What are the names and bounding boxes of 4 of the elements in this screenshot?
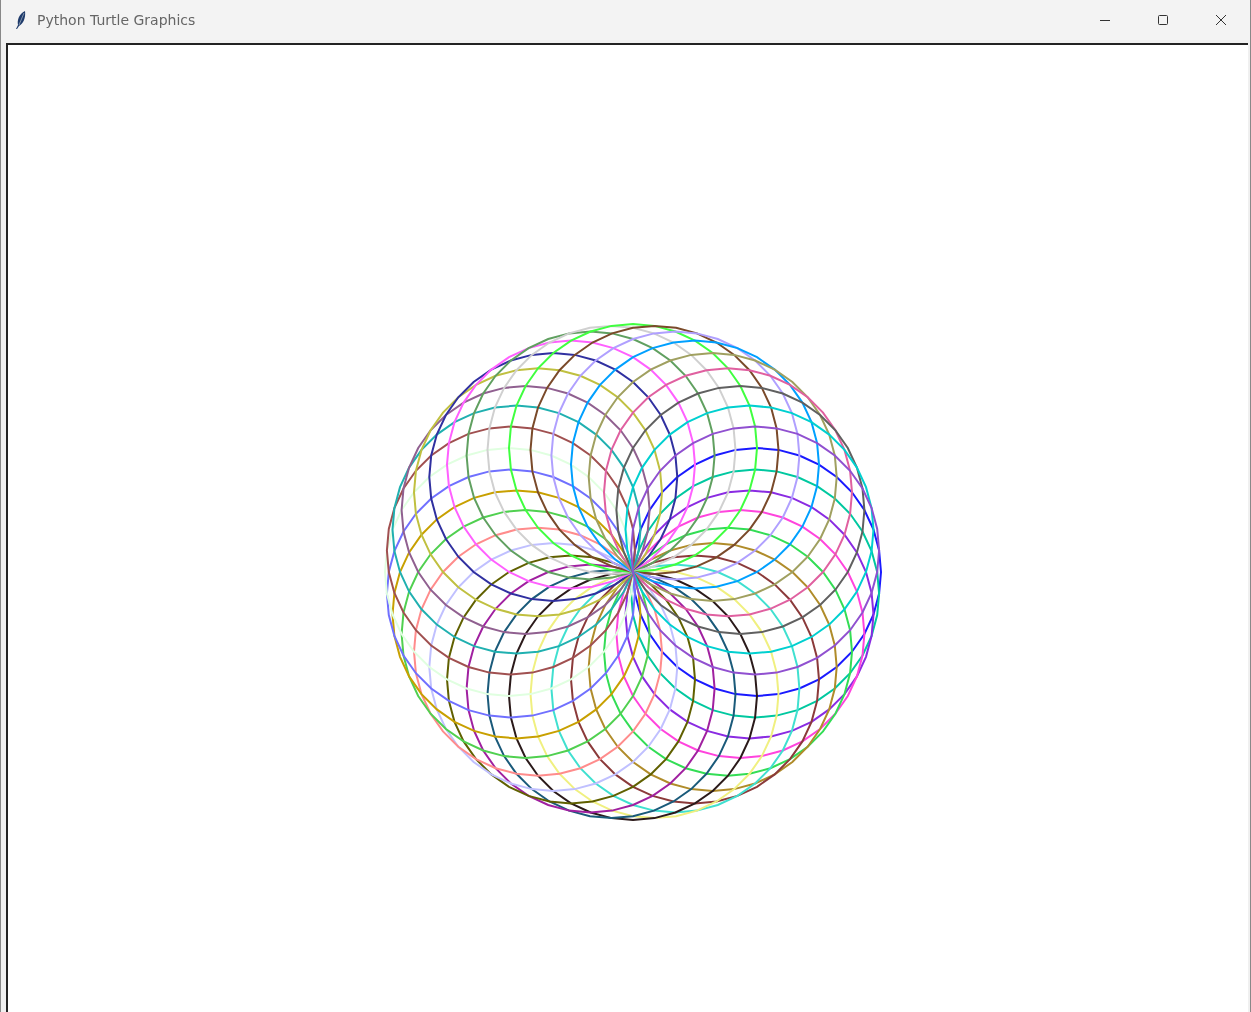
feather-icon bbox=[15, 10, 27, 30]
close-icon bbox=[1215, 14, 1227, 26]
window-title: Python Turtle Graphics bbox=[37, 12, 196, 28]
maximize-icon bbox=[1157, 14, 1169, 26]
